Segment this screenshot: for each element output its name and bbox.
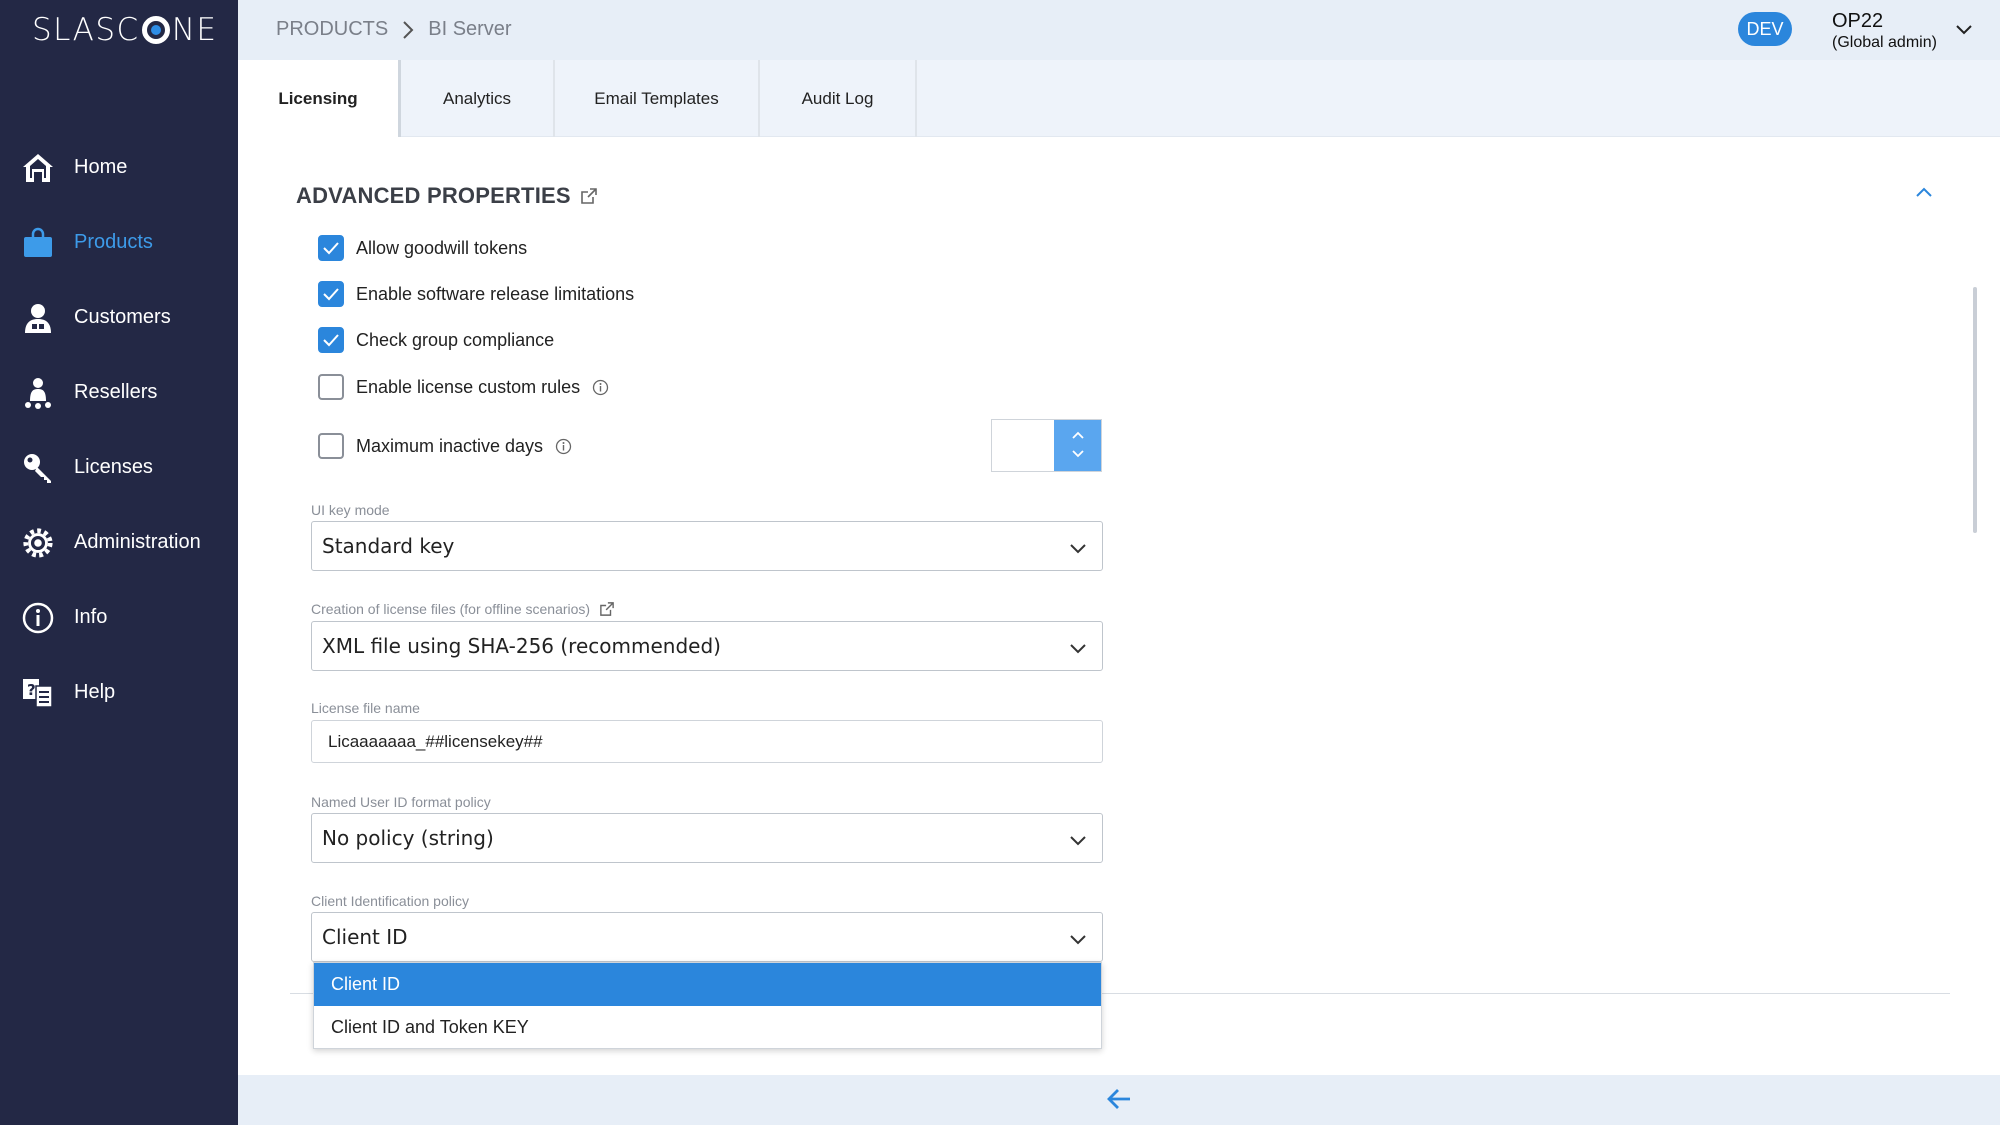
sidebar-item-resellers[interactable]: Resellers [0, 355, 238, 430]
chevron-up-icon[interactable] [1914, 185, 1934, 204]
checkbox-allow-goodwill-tokens[interactable]: Allow goodwill tokens [318, 235, 527, 261]
main-content: ADVANCED PROPERTIES Allow goodwill token… [238, 137, 2000, 1075]
select-value: XML file using SHA-256 (recommended) [322, 634, 721, 658]
checkbox-checked-icon[interactable] [318, 281, 344, 307]
checkbox-unchecked-icon[interactable] [318, 374, 344, 400]
section-title-text: ADVANCED PROPERTIES [296, 183, 571, 208]
client-identification-policy-options: Client ID Client ID and Token KEY [313, 962, 1102, 1049]
tab-analytics[interactable]: Analytics [401, 60, 555, 137]
customer-icon [22, 301, 54, 335]
environment-badge: DEV [1738, 12, 1792, 46]
sidebar-nav: Home Products Customers Resellers Licens… [0, 130, 238, 730]
client-identification-policy-label: Client Identification policy [311, 893, 469, 909]
named-user-id-policy-label: Named User ID format policy [311, 794, 491, 810]
select-value: Client ID [322, 925, 408, 949]
sidebar-item-label: Administration [74, 531, 201, 553]
chevron-down-icon [1068, 637, 1088, 661]
sidebar: SLASC NE Home Products Customers Reseller… [0, 0, 238, 1125]
sidebar-item-label: Licenses [74, 456, 153, 478]
logo-text-right: NE [171, 12, 218, 48]
sidebar-item-customers[interactable]: Customers [0, 280, 238, 355]
sidebar-item-help[interactable]: ? Help [0, 655, 238, 730]
sidebar-item-label: Resellers [74, 381, 158, 403]
sidebar-item-home[interactable]: Home [0, 130, 238, 205]
checkbox-checked-icon[interactable] [318, 327, 344, 353]
svg-text:?: ? [27, 681, 36, 699]
client-identification-policy-select[interactable]: Client ID [311, 912, 1103, 962]
chevron-down-icon [1068, 537, 1088, 561]
checkbox-label: Check group compliance [356, 329, 555, 350]
help-icon: ? [22, 676, 54, 710]
sidebar-item-label: Products [74, 231, 153, 253]
stepper-up-icon[interactable] [1071, 427, 1085, 445]
license-file-name-label: License file name [311, 700, 420, 716]
info-icon[interactable] [555, 438, 572, 455]
chevron-down-icon [1068, 829, 1088, 853]
dropdown-option-client-id-and-token-key[interactable]: Client ID and Token KEY [314, 1006, 1101, 1049]
ui-key-mode-label: UI key mode [311, 502, 390, 518]
license-file-creation-select[interactable]: XML file using SHA-256 (recommended) [311, 621, 1103, 671]
named-user-id-policy-select[interactable]: No policy (string) [311, 813, 1103, 863]
user-name: OP22 [1832, 10, 1884, 32]
sidebar-item-label: Customers [74, 306, 171, 328]
max-inactive-days-stepper[interactable] [991, 419, 1102, 472]
chevron-down-icon[interactable] [1954, 20, 1974, 45]
tab-bar: Licensing Analytics Email Templates Audi… [238, 60, 2000, 137]
checkbox-label: Maximum inactive days [356, 435, 544, 456]
info-icon [22, 601, 54, 635]
dropdown-option-client-id[interactable]: Client ID [314, 963, 1101, 1006]
sidebar-item-products[interactable]: Products [0, 205, 238, 280]
key-icon [22, 451, 54, 485]
logo-ring-icon [141, 16, 170, 44]
back-arrow-icon[interactable] [1106, 1087, 1132, 1116]
sidebar-item-licenses[interactable]: Licenses [0, 430, 238, 505]
chevron-right-icon [402, 20, 414, 40]
breadcrumb: PRODUCTS BI Server [276, 18, 512, 41]
sidebar-item-label: Info [74, 606, 108, 628]
license-file-name-input[interactable] [311, 720, 1103, 763]
max-inactive-days-input[interactable] [992, 420, 1054, 471]
gear-icon [22, 526, 54, 560]
scrollbar[interactable] [1973, 287, 1977, 533]
section-title: ADVANCED PROPERTIES [296, 183, 597, 209]
checkbox-enable-software-release-limitations[interactable]: Enable software release limitations [318, 281, 634, 307]
label-text: Creation of license files (for offline s… [311, 601, 591, 617]
chevron-down-icon [1068, 928, 1088, 952]
tab-email-templates[interactable]: Email Templates [555, 60, 760, 137]
reseller-icon [22, 376, 54, 410]
breadcrumb-current: BI Server [428, 18, 512, 40]
tab-audit-log[interactable]: Audit Log [760, 60, 917, 137]
stepper-buttons [1054, 420, 1101, 471]
app-logo[interactable]: SLASC NE [32, 12, 217, 48]
sidebar-item-label: Home [74, 156, 128, 178]
tab-licensing[interactable]: Licensing [238, 60, 401, 137]
stepper-down-icon[interactable] [1071, 446, 1085, 464]
license-file-creation-label: Creation of license files (for offline s… [311, 601, 614, 617]
checkbox-label: Allow goodwill tokens [356, 237, 528, 258]
checkbox-enable-license-custom-rules[interactable]: Enable license custom rules [318, 374, 609, 400]
sidebar-item-label: Help [74, 681, 116, 703]
checkbox-label: Enable license custom rules [356, 376, 581, 397]
checkbox-label: Enable software release limitations [356, 283, 635, 304]
ui-key-mode-select[interactable]: Standard key [311, 521, 1103, 571]
select-value: Standard key [322, 534, 455, 558]
home-icon [22, 151, 54, 185]
logo-text-left: SLASC [32, 12, 140, 48]
external-link-icon[interactable] [600, 602, 614, 616]
shopping-bag-icon [22, 226, 54, 260]
top-bar: PRODUCTS BI Server DEV OP22 (Global admi… [238, 0, 2000, 60]
checkbox-checked-icon[interactable] [318, 235, 344, 261]
sidebar-item-info[interactable]: Info [0, 580, 238, 655]
checkbox-unchecked-icon[interactable] [318, 433, 344, 459]
breadcrumb-products[interactable]: PRODUCTS [276, 18, 388, 41]
user-menu[interactable]: OP22 (Global admin) [1832, 9, 1937, 53]
user-role: (Global admin) [1832, 34, 1937, 51]
sidebar-item-administration[interactable]: Administration [0, 505, 238, 580]
checkbox-maximum-inactive-days[interactable]: Maximum inactive days [318, 433, 572, 459]
external-link-icon[interactable] [580, 188, 597, 204]
info-icon[interactable] [592, 379, 609, 396]
select-value: No policy (string) [322, 826, 494, 850]
checkbox-check-group-compliance[interactable]: Check group compliance [318, 327, 554, 353]
footer-bar [238, 1075, 2000, 1125]
